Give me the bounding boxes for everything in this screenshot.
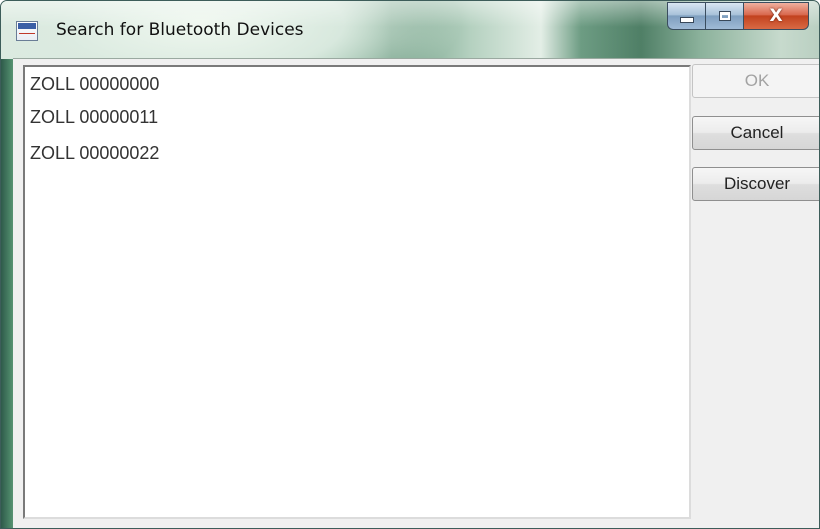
list-item[interactable]: ZOLL 00000000 xyxy=(30,74,159,95)
window-title: Search for Bluetooth Devices xyxy=(56,20,304,40)
maximize-button[interactable] xyxy=(705,2,743,30)
caption-buttons: X xyxy=(667,2,809,32)
minimize-button[interactable] xyxy=(667,2,705,30)
ok-button[interactable]: OK xyxy=(692,64,819,98)
discover-button[interactable]: Discover xyxy=(692,167,819,201)
list-item[interactable]: ZOLL 00000011 xyxy=(30,107,158,128)
cancel-button[interactable]: Cancel xyxy=(692,116,819,150)
dialog-client-area: ZOLL 00000000 ZOLL 00000011 ZOLL 0000002… xyxy=(13,58,819,528)
minimize-icon xyxy=(679,17,694,23)
maximize-icon xyxy=(718,11,731,21)
list-item[interactable]: ZOLL 00000022 xyxy=(30,143,159,164)
zoll-app-icon[interactable] xyxy=(16,21,38,41)
dialog-window: Search for Bluetooth Devices X ZOLL 0000… xyxy=(0,0,820,529)
close-button[interactable]: X xyxy=(743,2,809,30)
device-list[interactable]: ZOLL 00000000 ZOLL 00000011 ZOLL 0000002… xyxy=(23,65,691,519)
title-bar[interactable]: Search for Bluetooth Devices X xyxy=(1,1,819,59)
close-icon: X xyxy=(769,6,783,26)
